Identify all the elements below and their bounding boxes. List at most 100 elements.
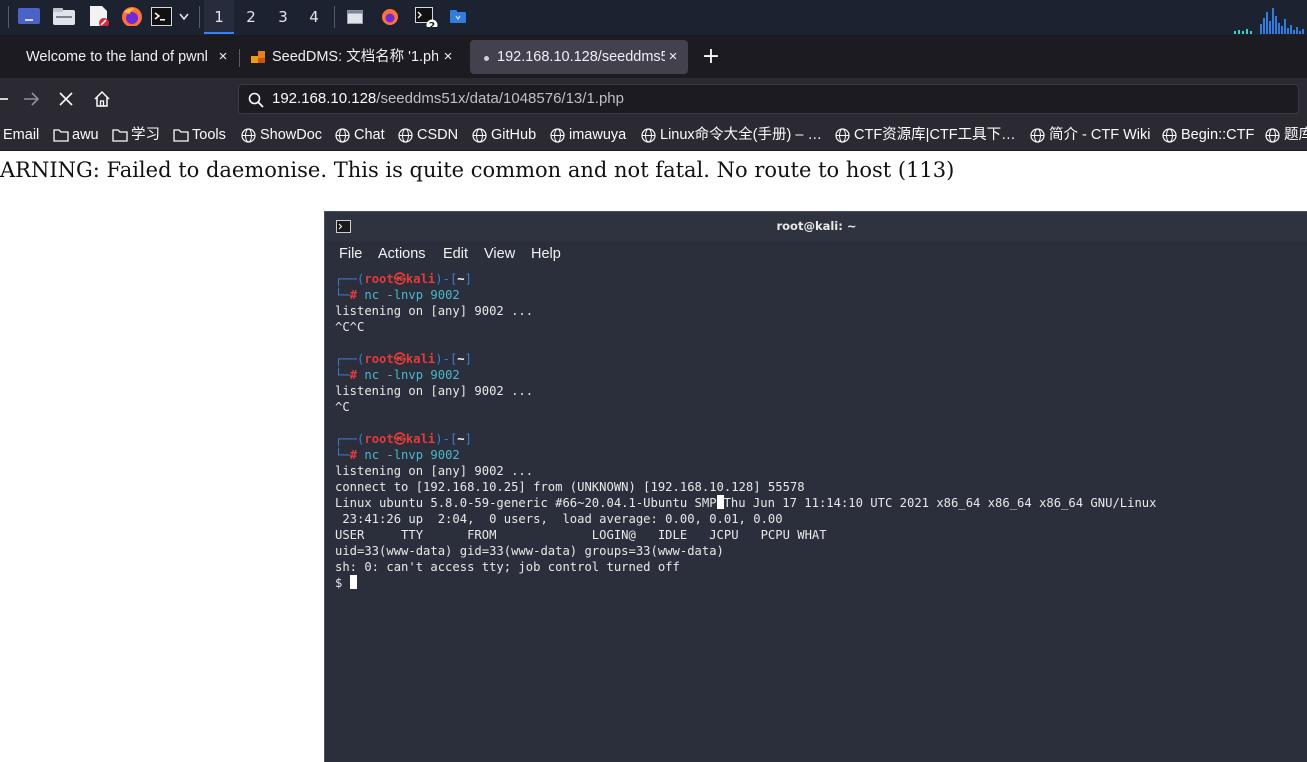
output-line: USER TTY FROM LOGIN@ IDLE JCPU PCPU WHAT [335,528,827,542]
folder-icon[interactable] [450,10,466,30]
text-editor-icon[interactable] [88,6,110,26]
bookmark-showdoc[interactable]: ShowDoc [241,120,325,150]
tab-seeddms[interactable]: SeedDMS: 文档名称 '1.php × [243,40,465,74]
close-tab-icon[interactable]: × [215,40,231,74]
window-icon[interactable] [347,10,363,30]
command-line: └─# nc -lnvp 9002 [335,448,460,462]
workspace-2[interactable]: 2 [236,0,266,34]
forward-arrow-icon[interactable] [22,90,40,108]
folder-icon [53,129,69,142]
page-warning-text: ARNING: Failed to daemonise. This is qui… [0,158,955,182]
url-bar[interactable]: 192.168.10.128/seeddms51x/data/1048576/1… [238,84,1299,114]
output-line: 23:41:26 up 2:04, 0 users, load average:… [335,512,783,526]
firefox-icon[interactable] [121,6,143,26]
shell-prompt-line[interactable]: $ [335,575,1305,591]
bookmark-label: awu [72,127,99,143]
close-tab-icon[interactable]: × [440,40,456,74]
globe-icon [1030,128,1045,143]
panel-separator [334,6,335,28]
menu-file[interactable]: File [339,241,362,268]
bookmark-label: Chat [354,127,385,143]
close-tab-icon[interactable]: × [665,40,681,74]
terminal-output[interactable]: ┌──(root㉿kali)-[~] └─# nc -lnvp 9002 lis… [335,271,1305,591]
loading-icon [484,56,489,61]
globe-icon [241,128,256,143]
home-icon[interactable] [93,90,111,108]
output-line: listening on [any] 9002 ... [335,304,534,318]
output-line: listening on [any] 9002 ... [335,464,534,478]
tab-title: SeedDMS: 文档名称 '1.php [272,49,438,65]
terminal-badge: 2 [429,22,435,28]
workspace-1[interactable]: 1 [204,0,234,34]
bookmark-label: GitHub [491,127,537,143]
globe-icon [1265,128,1280,143]
bookmark-ctf-resources[interactable]: CTF资源库|CTF工具下… [835,120,1019,150]
bookmark-folder-study[interactable]: 学习 [112,120,162,150]
output-line: ^C [335,400,350,414]
bookmark-label: Email [3,127,40,143]
panel-separator [8,6,9,28]
output-line: sh: 0: can't access tty; job control tur… [335,560,680,574]
bookmark-imawuya[interactable]: imawuya [550,120,632,150]
menu-edit[interactable]: Edit [443,241,468,268]
menu-actions[interactable]: Actions [378,241,426,268]
tab-welcome[interactable]: Welcome to the land of pwnl × [14,40,236,74]
desktop-icon[interactable] [18,8,40,28]
navigation-bar: 192.168.10.128/seeddms51x/data/1048576/1… [0,78,1307,120]
bookmark-chat[interactable]: Chat [335,120,387,150]
globe-icon [472,128,487,143]
uname-line: Linux ubuntu 5.8.0-59-generic #66~20.04.… [335,495,1157,510]
bookmark-folder-tools[interactable]: Tools [173,120,231,150]
bookmark-ctf-wiki[interactable]: 简介 - CTF Wiki [1030,120,1152,150]
tab-bar: Welcome to the land of pwnl × SeedDMS: 文… [0,35,1307,78]
terminal-icon[interactable]: 2 [415,7,439,27]
bookmark-linux-commands[interactable]: Linux命令大全(手册) – … [641,120,825,150]
url-host: 192.168.10.128 [272,90,377,107]
panel-separator [199,6,200,28]
top-panel: 1 2 3 4 2 [0,0,1307,35]
bookmark-question-bank[interactable]: 题库 [1265,120,1307,150]
bookmark-csdn[interactable]: CSDN [398,120,460,150]
bookmark-email[interactable]: Email [3,120,45,150]
bookmark-label: Tools [192,127,226,143]
cpu-graph-icon [1234,8,1304,34]
bookmark-begin-ctf[interactable]: Begin::CTF [1162,120,1256,150]
globe-icon [335,128,350,143]
output-line: ^C^C [335,320,365,334]
folder-icon [173,129,189,142]
chevron-down-icon[interactable] [178,12,190,32]
tab-title: 192.168.10.128/seeddms5 [497,49,665,65]
stop-loading-icon[interactable] [58,91,74,107]
menu-view[interactable]: View [484,241,515,268]
bookmark-label: ShowDoc [260,127,323,143]
tab-shell-php[interactable]: 192.168.10.128/seeddms5 × [470,40,688,74]
prompt-line: ┌──(root㉿kali)-[~] [335,432,472,446]
terminal-menubar: File Actions Edit View Help [325,241,1307,268]
command-line: └─# nc -lnvp 9002 [335,368,460,382]
terminal-cursor [349,575,357,589]
firefox-icon[interactable] [381,8,399,28]
globe-icon [1162,128,1177,143]
bookmark-label: 学习 [131,127,160,143]
globe-icon [835,128,850,143]
prompt-line: ┌──(root㉿kali)-[~] [335,272,472,286]
folder-icon [112,129,128,142]
back-arrow-icon[interactable] [0,91,10,107]
terminal-window[interactable]: root@kali: ~ File Actions Edit View Help… [324,211,1307,762]
bookmark-label: imawuya [569,127,627,143]
bookmark-github[interactable]: GitHub [472,120,542,150]
workspace-4[interactable]: 4 [299,0,329,34]
tab-title: Welcome to the land of pwnl [26,49,208,65]
bookmark-label: Begin::CTF [1181,127,1255,143]
terminal-titlebar[interactable]: root@kali: ~ [325,212,1307,241]
files-icon[interactable] [53,8,75,28]
menu-help[interactable]: Help [531,241,561,268]
url-text[interactable]: 192.168.10.128/seeddms51x/data/1048576/1… [272,85,624,113]
bookmark-folder-awu[interactable]: awu [53,120,105,150]
terminal-icon[interactable] [151,7,173,27]
workspace-3[interactable]: 3 [268,0,298,34]
globe-icon [641,128,656,143]
new-tab-button[interactable]: + [700,41,722,73]
